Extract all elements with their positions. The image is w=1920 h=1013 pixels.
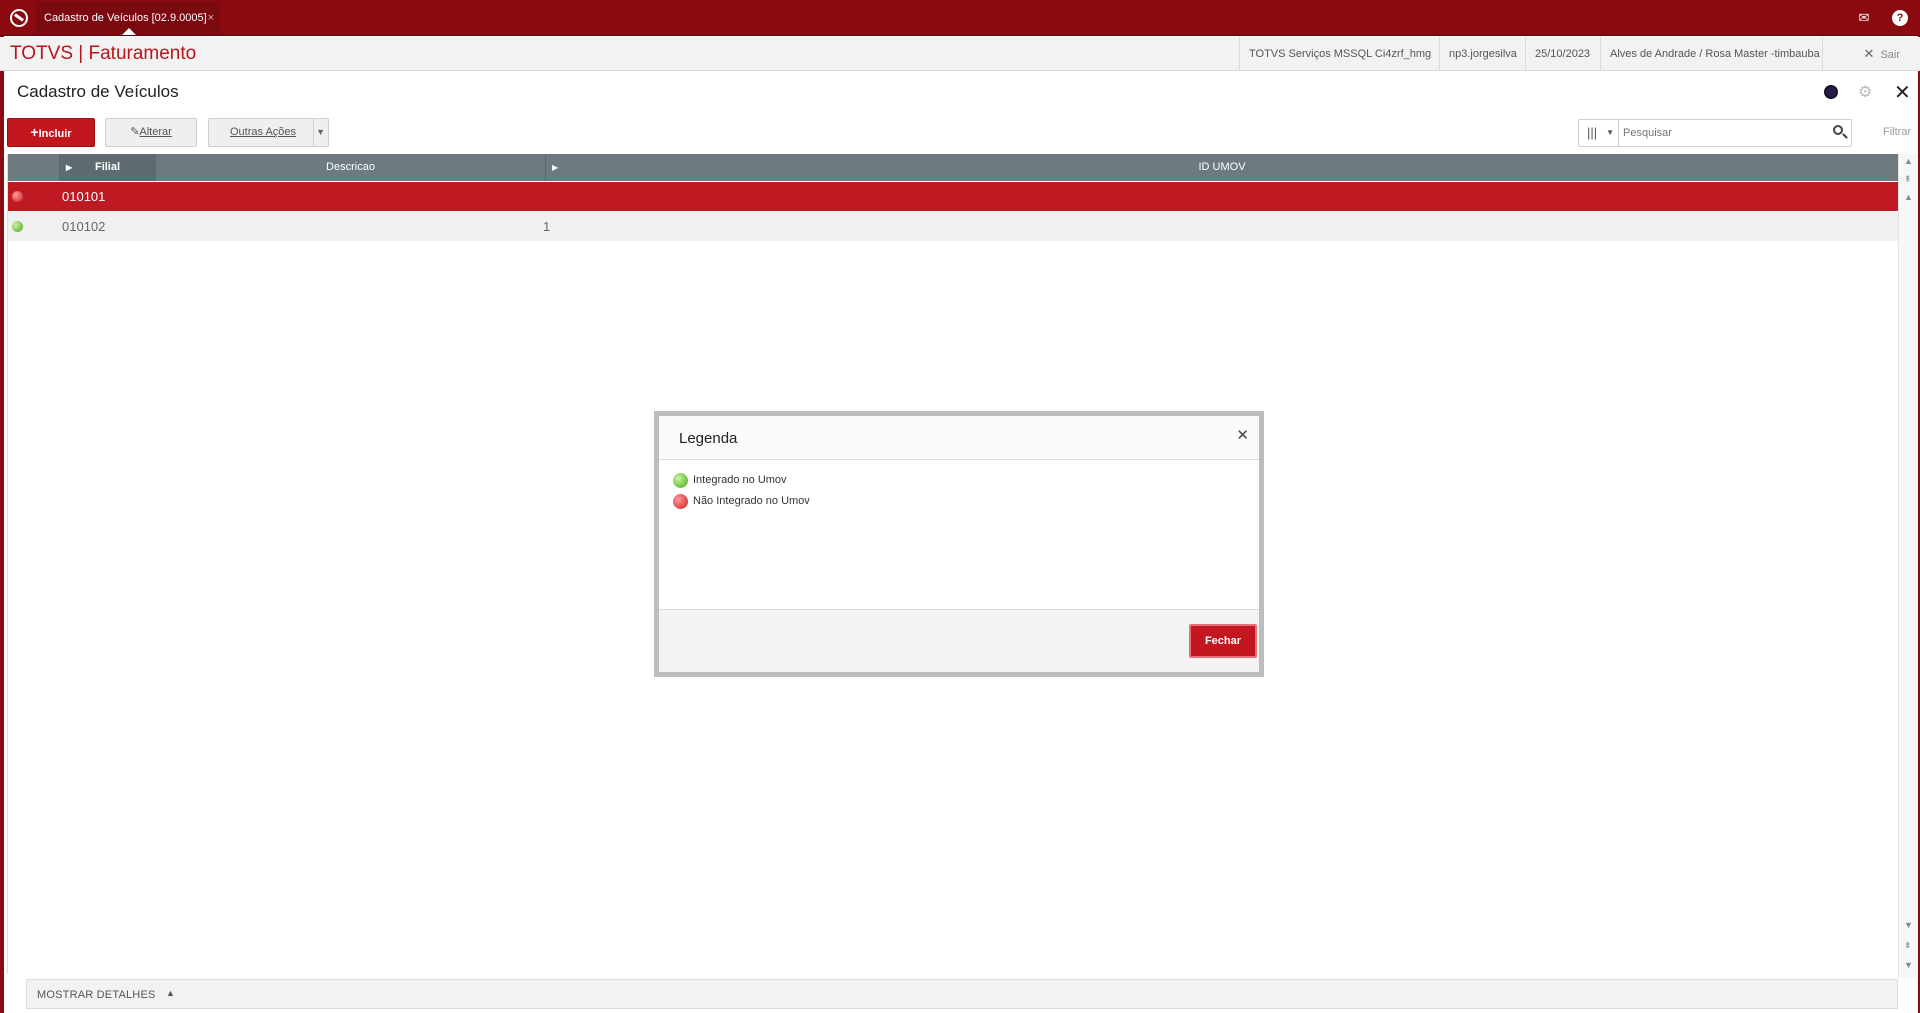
cell-filial: 010102 [62, 219, 106, 234]
incluir-label: Incluir [38, 128, 72, 140]
filter-link[interactable]: Filtrar [1883, 126, 1911, 138]
red-status-icon[interactable] [12, 191, 23, 202]
logout-button[interactable]: ✕ Sair [1864, 37, 1900, 71]
cell-filial: 010101 [62, 189, 106, 204]
expand-arrow-icon: ▶ [66, 163, 73, 172]
status-circle-icon[interactable] [1824, 85, 1838, 99]
vertical-scrollbar[interactable]: ▲ ⇞ ▲ ▼ ⇟ ▼ [1898, 154, 1918, 978]
outras-acoes-label: Outras Ações [230, 126, 297, 138]
legend-item-nao-integrado: Não Integrado no Umov [673, 493, 810, 509]
gear-icon[interactable]: ⚙ [1858, 82, 1872, 102]
tab-close-icon[interactable]: × [208, 2, 214, 34]
dialog-title: Legenda [679, 430, 738, 447]
user-info: np3.jorgesilva [1439, 37, 1526, 71]
top-tab-bar: Cadastro de Veículos [02.9.0005] × ✉ ? [0, 0, 1920, 36]
app-header: TOTVS | Faturamento TOTVS Serviços MSSQL… [0, 37, 1920, 71]
totvs-logo-icon[interactable] [10, 9, 28, 27]
column-header-status[interactable] [8, 154, 60, 181]
fechar-button[interactable]: Fechar [1189, 624, 1257, 658]
dialog-footer [659, 609, 1259, 672]
date-info: 25/10/2023 [1525, 37, 1599, 71]
scroll-page-down-icon[interactable]: ⇟ [1904, 940, 1912, 951]
help-icon[interactable]: ? [1892, 10, 1908, 26]
plus-icon: + [30, 124, 39, 140]
button-separator [313, 119, 314, 146]
scroll-top-icon[interactable]: ▲ [1904, 156, 1913, 166]
green-status-icon [673, 473, 688, 488]
expand-arrow-icon: ▶ [552, 163, 559, 172]
scroll-up-icon[interactable]: ▲ [1904, 192, 1913, 202]
red-status-icon [673, 494, 688, 509]
environment-info: TOTVS Serviços MSSQL Ci4zrf_hmg [1239, 37, 1440, 71]
column-header-id-umov[interactable]: ▶ ID UMOV [546, 154, 1899, 181]
column-header-descricao[interactable]: Descricao [156, 154, 546, 181]
close-page-icon[interactable]: ✕ [1894, 80, 1911, 105]
alterar-label: Alterar [139, 126, 172, 138]
close-icon: ✕ [1863, 46, 1875, 61]
mail-icon[interactable]: ✉ [1856, 10, 1872, 26]
window-left-border [0, 36, 4, 1013]
columns-icon[interactable]: ||| ▼ [1579, 120, 1619, 146]
header-divider [1822, 37, 1823, 71]
column-label-filial: Filial [94, 161, 121, 173]
search-input[interactable] [1623, 123, 1823, 143]
table-row[interactable]: 010101 [8, 182, 1899, 211]
grid-header: ▶ Filial Descricao ▶ ID UMOV [8, 154, 1899, 181]
logout-label: Sair [1880, 49, 1900, 61]
legend-label: Não Integrado no Umov [693, 495, 810, 507]
column-label-id-umov: ID UMOV [1198, 161, 1246, 173]
page-title: Cadastro de Veículos [17, 82, 179, 101]
cell-id-umov: 1 [543, 219, 551, 234]
column-header-filial[interactable]: ▶ Filial [60, 154, 156, 181]
search-icon[interactable] [1833, 125, 1843, 135]
table-row[interactable]: 010102 1 [8, 212, 1899, 241]
green-status-icon[interactable] [12, 221, 23, 232]
alterar-button[interactable]: ✎Alterar [105, 118, 197, 147]
dialog-header: Legenda ✕ [659, 416, 1259, 460]
mostrar-detalhes-label[interactable]: MOSTRAR DETALHES [37, 989, 156, 1001]
details-footer[interactable]: MOSTRAR DETALHES ▲ [26, 979, 1898, 1009]
incluir-button[interactable]: +Incluir [7, 118, 95, 147]
tab-label: Cadastro de Veículos [02.9.0005] [44, 12, 207, 24]
scroll-down-icon[interactable]: ▼ [1904, 920, 1913, 930]
outras-acoes-button[interactable]: Outras Ações ▼ [208, 118, 329, 147]
search-box: ||| ▼ [1578, 119, 1852, 147]
close-icon[interactable]: ✕ [1236, 426, 1249, 444]
scroll-page-up-icon[interactable]: ⇞ [1904, 174, 1912, 185]
active-tab-indicator [122, 28, 136, 35]
legend-dialog: Legenda ✕ Integrado no Umov Não Integrad… [654, 411, 1264, 677]
scroll-bottom-icon[interactable]: ▼ [1904, 960, 1913, 970]
chevron-down-icon[interactable]: ▼ [316, 119, 325, 146]
legend-label: Integrado no Umov [693, 474, 787, 486]
app-title: TOTVS | Faturamento [10, 43, 197, 64]
chevron-down-icon: ▼ [1606, 128, 1614, 137]
legend-item-integrado: Integrado no Umov [673, 472, 787, 488]
company-info: Alves de Andrade / Rosa Master -timbauba [1600, 37, 1829, 71]
chevron-up-icon[interactable]: ▲ [166, 988, 175, 998]
